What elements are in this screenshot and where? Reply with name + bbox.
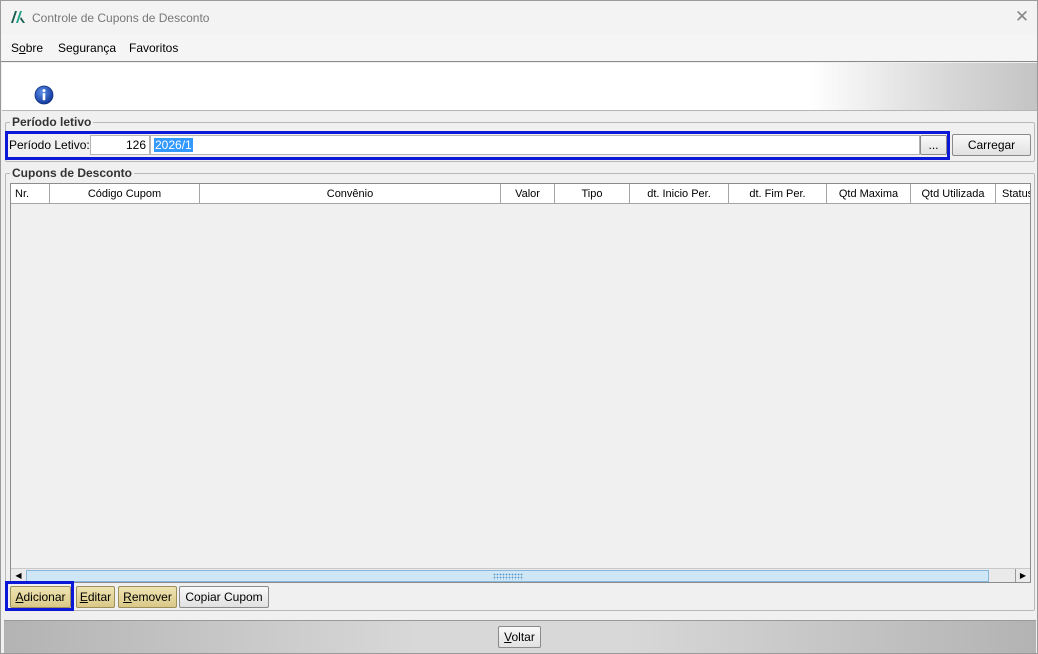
cupons-table[interactable]: Nr. Código Cupom Convênio Valor Tipo dt.… <box>10 183 1031 583</box>
periodo-code-input[interactable]: 126 <box>90 135 150 155</box>
col-valor[interactable]: Valor <box>501 184 555 204</box>
col-nr[interactable]: Nr. <box>11 184 50 204</box>
carregar-button[interactable]: Carregar <box>952 134 1031 156</box>
col-codigo-cupom[interactable]: Código Cupom <box>50 184 200 204</box>
editar-button[interactable]: Editar <box>76 586 115 608</box>
menu-bar: Sobre Segurança Favoritos <box>1 34 1037 62</box>
menu-sobre[interactable]: Sobre <box>11 41 43 55</box>
copiar-cupom-button[interactable]: Copiar Cupom <box>179 586 269 608</box>
menu-seguranca[interactable]: Segurança <box>58 41 116 55</box>
col-qtd-maxima[interactable]: Qtd Maxima <box>827 184 911 204</box>
col-dt-fim[interactable]: dt. Fim Per. <box>729 184 827 204</box>
horizontal-scrollbar[interactable]: ◀ ▶ <box>11 568 1030 582</box>
col-qtd-utilizada[interactable]: Qtd Utilizada <box>911 184 996 204</box>
voltar-button[interactable]: Voltar <box>498 626 541 648</box>
info-icon <box>34 85 54 105</box>
app-logo-icon <box>11 11 25 23</box>
adicionar-button[interactable]: Adicionar <box>10 586 71 608</box>
scroll-right-icon[interactable]: ▶ <box>1015 569 1030 582</box>
title-bar: Controle de Cupons de Desconto ✕ <box>1 1 1037 34</box>
window-title: Controle de Cupons de Desconto <box>32 11 210 25</box>
header-banner <box>2 63 1037 111</box>
periodo-letivo-title: Período letivo <box>10 115 94 129</box>
periodo-letivo-label: Período Letivo: <box>9 138 90 152</box>
menu-favoritos[interactable]: Favoritos <box>129 41 178 55</box>
col-convenio[interactable]: Convênio <box>200 184 501 204</box>
cupons-title: Cupons de Desconto <box>10 166 135 180</box>
main-window: Controle de Cupons de Desconto ✕ Sobre S… <box>0 0 1038 654</box>
remover-button[interactable]: Remover <box>118 586 177 608</box>
scroll-thumb[interactable] <box>26 570 989 582</box>
col-dt-inicio[interactable]: dt. Inicio Per. <box>630 184 729 204</box>
footer-bar: Voltar <box>4 620 1036 653</box>
periodo-description-selected: 2026/1 <box>154 138 193 152</box>
close-icon[interactable]: ✕ <box>1009 5 1035 29</box>
col-status[interactable]: Status <box>996 184 1030 204</box>
periodo-lookup-button[interactable]: ... <box>920 135 947 155</box>
scroll-grip <box>493 573 523 580</box>
col-tipo[interactable]: Tipo <box>555 184 630 204</box>
periodo-description-input[interactable]: 2026/1 <box>150 135 920 155</box>
table-header: Nr. Código Cupom Convênio Valor Tipo dt.… <box>11 184 1030 204</box>
